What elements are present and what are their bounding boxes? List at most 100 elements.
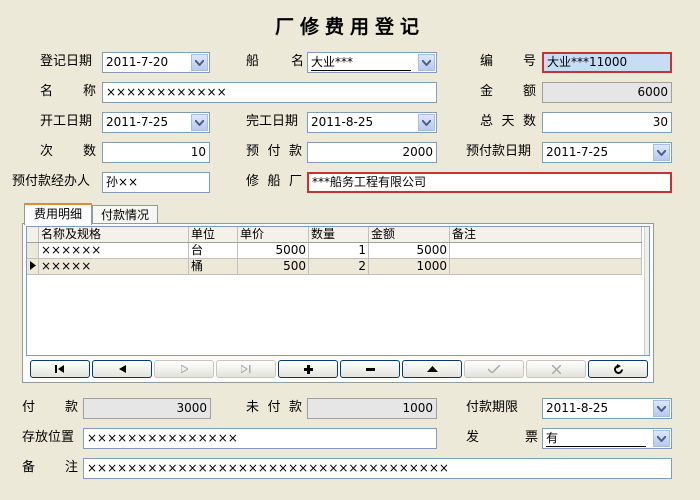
chevron-down-icon[interactable] (191, 114, 208, 131)
page-title: 厂修费用登记 (274, 16, 425, 38)
invoice-value: 有 (546, 431, 646, 447)
cell-amount[interactable]: 5000 (368, 242, 450, 259)
prior-icon (118, 365, 126, 373)
nav-cancel-button (526, 360, 586, 378)
start-date-picker[interactable]: 2011-7-25 (102, 112, 210, 133)
start-date-label: 开工日期 (40, 114, 93, 129)
start-date-value: 2011-7-25 (106, 115, 169, 129)
unpaid-field: 1000 (307, 398, 437, 419)
ship-select[interactable]: 大业*** (307, 52, 437, 73)
nav-first-button[interactable] (30, 360, 90, 378)
name-label: 名称 (40, 84, 96, 99)
amount-field: 6000 (542, 82, 672, 103)
nav-prior-button[interactable] (92, 360, 152, 378)
row-indicator-header (27, 227, 39, 243)
finish-date-value: 2011-8-25 (311, 115, 374, 129)
nav-last-button (216, 360, 276, 378)
tab-payment-status[interactable]: 付款情况 (92, 205, 158, 225)
serial-input[interactable]: 大业***11000 (542, 52, 672, 73)
cell-note[interactable] (449, 242, 642, 259)
serial-label: 编号 (480, 54, 536, 69)
tab-expense-detail[interactable]: 费用明细 (24, 203, 92, 225)
next-icon (180, 365, 188, 373)
nav-insert-button[interactable] (278, 360, 338, 378)
col-note[interactable]: 备注 (449, 227, 642, 243)
cell-unit[interactable]: 桶 (188, 258, 238, 275)
grid-scrollbar[interactable] (644, 227, 649, 355)
finish-date-label: 完工日期 (246, 114, 299, 129)
col-unit[interactable]: 单位 (188, 227, 238, 243)
current-row-arrow-icon (27, 258, 39, 275)
nav-delete-button[interactable] (340, 360, 400, 378)
prepay-date-value: 2011-7-25 (546, 145, 609, 159)
prepay-date-label: 预付款日期 (466, 144, 532, 159)
cell-unit[interactable]: 台 (188, 242, 238, 259)
prepay-label: 预付款 (246, 144, 302, 159)
cell-name[interactable]: ××××× (38, 258, 189, 275)
handler-input[interactable]: 孙×× (102, 172, 210, 193)
reg-date-label: 登记日期 (40, 54, 93, 69)
nav-next-button (154, 360, 214, 378)
insert-icon (303, 364, 313, 374)
nav-post-button (464, 360, 524, 378)
reg-date-picker[interactable]: 2011-7-20 (102, 52, 210, 73)
cell-note[interactable] (449, 258, 642, 275)
amount-label: 金额 (480, 84, 536, 99)
prepay-input[interactable]: 2000 (307, 142, 437, 163)
cell-qty[interactable]: 1 (308, 242, 369, 259)
handler-label: 预付款经办人 (12, 174, 91, 189)
chevron-down-icon[interactable] (653, 400, 670, 417)
edit-icon (426, 366, 438, 372)
chevron-down-icon[interactable] (191, 54, 208, 71)
ship-value: 大业*** (311, 55, 411, 71)
table-row[interactable]: ××××× 桶 500 2 1000 (27, 258, 642, 275)
cell-amount[interactable]: 1000 (368, 258, 450, 275)
chevron-down-icon[interactable] (418, 54, 435, 71)
ship-label: 船名 (246, 54, 304, 69)
refresh-icon (613, 363, 623, 374)
location-input[interactable]: ××××××××××××××× (83, 428, 437, 449)
nav-refresh-button[interactable] (588, 360, 648, 378)
remark-input[interactable]: ×××××××××××××××××××××××××××××××××××× (83, 458, 672, 479)
db-navigator (30, 360, 650, 378)
invoice-select[interactable]: 有 (542, 428, 672, 449)
cell-name[interactable]: ×××××× (38, 242, 189, 259)
col-name-spec[interactable]: 名称及规格 (38, 227, 189, 243)
times-input[interactable]: 10 (102, 142, 210, 163)
cancel-icon (551, 364, 561, 374)
invoice-label: 发票 (466, 430, 538, 445)
total-days-label: 总天数 (480, 114, 536, 129)
chevron-down-icon[interactable] (418, 114, 435, 131)
col-qty[interactable]: 数量 (308, 227, 369, 243)
col-price[interactable]: 单价 (237, 227, 309, 243)
times-label: 次数 (40, 144, 96, 159)
location-label: 存放位置 (22, 430, 75, 445)
grid-header-row: 名称及规格 单位 单价 数量 金额 备注 (27, 227, 642, 243)
nav-edit-button[interactable] (402, 360, 462, 378)
shipyard-input[interactable]: ***船务工程有限公司 (307, 172, 672, 193)
cell-qty[interactable]: 2 (308, 258, 369, 275)
delete-icon (365, 367, 375, 371)
paid-label: 付款 (22, 400, 78, 415)
remark-label: 备注 (22, 460, 78, 475)
first-icon (55, 365, 64, 373)
deadline-picker[interactable]: 2011-8-25 (542, 398, 672, 419)
deadline-value: 2011-8-25 (546, 401, 609, 415)
chevron-down-icon[interactable] (653, 144, 670, 161)
chevron-down-icon[interactable] (653, 430, 670, 447)
row-indicator (27, 242, 39, 259)
cell-price[interactable]: 500 (237, 258, 309, 275)
col-amount[interactable]: 金额 (368, 227, 450, 243)
table-row[interactable]: ×××××× 台 5000 1 5000 (27, 242, 642, 259)
name-input[interactable]: ×××××××××××× (102, 82, 437, 103)
paid-field: 3000 (83, 398, 211, 419)
cell-price[interactable]: 5000 (237, 242, 309, 259)
finish-date-picker[interactable]: 2011-8-25 (307, 112, 437, 133)
shipyard-label: 修船厂 (246, 174, 302, 189)
reg-date-value: 2011-7-20 (106, 55, 169, 69)
detail-grid[interactable]: 名称及规格 单位 单价 数量 金额 备注 ×××××× 台 5000 1 500… (26, 226, 650, 356)
total-days-input[interactable]: 30 (542, 112, 672, 133)
prepay-date-picker[interactable]: 2011-7-25 (542, 142, 672, 163)
last-icon (241, 365, 251, 373)
post-icon (488, 365, 500, 373)
